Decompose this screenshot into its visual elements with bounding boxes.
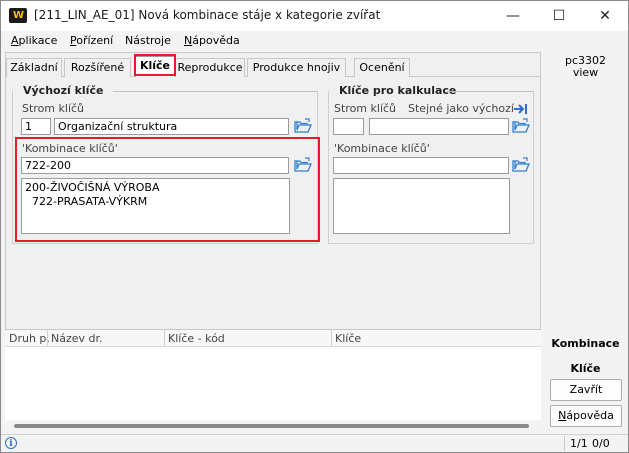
stejne-jako-vychozi-label: Stejné jako výchozí: [408, 102, 514, 115]
browse-folder-icon[interactable]: [294, 118, 312, 134]
menu-porizeni[interactable]: Pořízení: [70, 34, 113, 47]
kalk-strom-label: Strom klíčů: [334, 102, 397, 115]
status-bar: [1, 434, 628, 452]
strom-code-field[interactable]: 1: [21, 118, 51, 135]
close-window-button[interactable]: ✕: [582, 1, 628, 31]
strom-label: Strom klíčů: [22, 102, 85, 115]
kalk-strom-code-field[interactable]: [333, 118, 364, 135]
kalk-kombinace-tree-text: [333, 178, 510, 234]
table-body[interactable]: [5, 347, 541, 430]
browse-folder-icon[interactable]: [512, 157, 530, 173]
kalk-kombinace-field[interactable]: [333, 157, 509, 174]
column-separator[interactable]: [47, 330, 48, 346]
window-title: [211_LIN_AE_01] Nová kombinace stáje x k…: [34, 8, 381, 22]
status-separator: [564, 436, 565, 451]
view-label: view: [572, 66, 599, 79]
kombinace-highlight-box: [15, 137, 320, 242]
help-button[interactable]: Nápověda: [550, 405, 622, 427]
app-logo-icon: W: [9, 8, 27, 23]
subsection-title: Klíče: [570, 362, 601, 375]
column-separator[interactable]: [331, 330, 332, 346]
tab-produkce-hnojiv[interactable]: Produkce hnojiv: [247, 58, 346, 77]
close-button[interactable]: Zavřít: [550, 379, 622, 401]
scrollbar-thumb[interactable]: [14, 424, 529, 428]
minimize-button[interactable]: —: [490, 1, 536, 31]
kalk-strom-name-field[interactable]: [369, 118, 509, 135]
tab-highlight-box: [134, 54, 176, 76]
column-separator[interactable]: [164, 330, 165, 346]
section-title: Kombinace: [551, 337, 620, 350]
menu-nastroje[interactable]: Nástroje: [125, 34, 171, 47]
tab-zakladni[interactable]: Základní: [6, 58, 62, 77]
menu-napoveda[interactable]: Nápověda: [184, 34, 240, 47]
tab-reprodukce[interactable]: Reprodukce: [175, 58, 245, 77]
browse-folder-icon[interactable]: [512, 118, 530, 134]
kalk-kombinace-label: 'Kombinace klíčů': [334, 142, 430, 155]
menu-aplikace[interactable]: Aplikace: [11, 34, 57, 47]
tab-oceneni[interactable]: Ocenění: [354, 58, 410, 77]
column-header-klice-kod[interactable]: Klíče - kód: [168, 332, 225, 345]
side-panel: [543, 52, 628, 434]
column-header-nazev[interactable]: Název dr.: [51, 332, 103, 345]
info-icon[interactable]: i: [5, 437, 17, 449]
record-counter: 1/1: [570, 437, 588, 450]
strom-name-field[interactable]: Organizační struktura: [54, 118, 289, 135]
column-header-klice[interactable]: Klíče: [335, 332, 361, 345]
tab-rozsirene[interactable]: Rozšířené: [64, 58, 131, 77]
maximize-button[interactable]: ☐: [536, 1, 582, 31]
copy-from-default-icon[interactable]: [513, 102, 529, 116]
column-header-druh[interactable]: Druh p.: [9, 332, 50, 345]
change-counter: 0/0: [592, 437, 610, 450]
